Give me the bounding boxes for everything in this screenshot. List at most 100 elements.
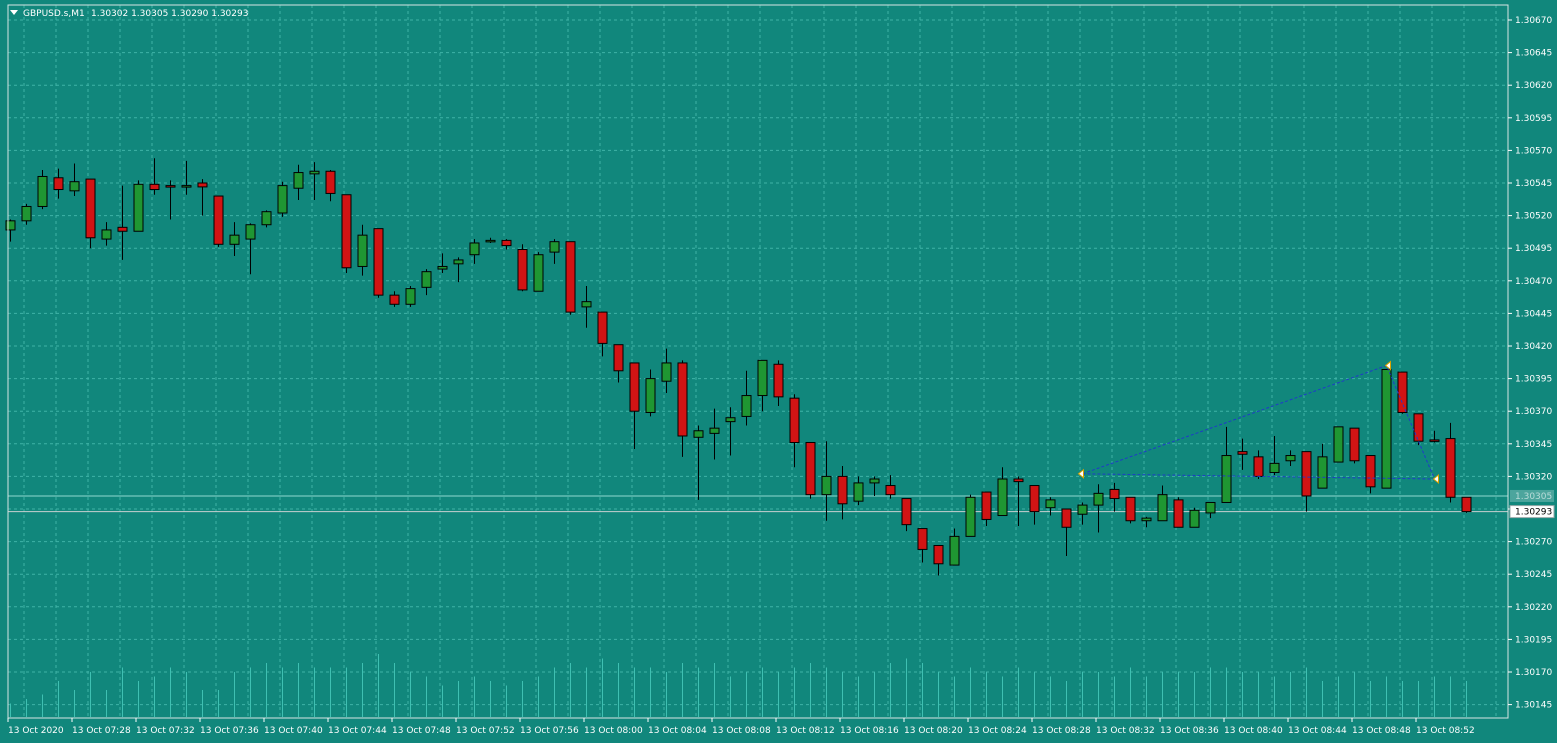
candle[interactable]: [501, 239, 512, 250]
candle[interactable]: [1253, 450, 1264, 480]
candle[interactable]: [709, 408, 720, 460]
candle[interactable]: [821, 441, 832, 521]
candle[interactable]: [165, 180, 176, 220]
candle[interactable]: [1237, 438, 1248, 470]
candle[interactable]: [549, 239, 560, 264]
candle[interactable]: [309, 162, 320, 200]
candle-body: [965, 496, 976, 537]
candle[interactable]: [965, 494, 976, 537]
candle[interactable]: [757, 359, 768, 412]
candle-body: [421, 271, 432, 288]
candle[interactable]: [725, 407, 736, 456]
time-axis[interactable]: 13 Oct 2020 13 Oct 07:28 13 Oct 07:32 13 Oc…: [7, 718, 1475, 736]
candle[interactable]: [197, 179, 208, 216]
candle[interactable]: [597, 311, 608, 357]
candle[interactable]: [1429, 430, 1440, 443]
candle[interactable]: [261, 210, 272, 228]
candle[interactable]: [245, 223, 256, 275]
candle[interactable]: [37, 169, 48, 210]
candle[interactable]: [981, 491, 992, 526]
candle[interactable]: [373, 228, 384, 298]
candle[interactable]: [69, 163, 80, 197]
candle[interactable]: [773, 360, 784, 406]
candle[interactable]: [565, 241, 576, 315]
candle[interactable]: [1413, 413, 1424, 446]
candle[interactable]: [645, 369, 656, 417]
candle[interactable]: [277, 181, 288, 217]
candle[interactable]: [1061, 508, 1072, 556]
candle[interactable]: [469, 239, 480, 264]
candle[interactable]: [101, 222, 112, 246]
candle[interactable]: [1285, 450, 1296, 466]
candle[interactable]: [949, 528, 960, 566]
candle[interactable]: [1445, 422, 1456, 503]
candle[interactable]: [5, 219, 16, 242]
candle[interactable]: [1141, 516, 1152, 528]
candle[interactable]: [1077, 502, 1088, 525]
candle[interactable]: [85, 178, 96, 249]
candle[interactable]: [581, 286, 592, 328]
candle[interactable]: [229, 222, 240, 257]
candle[interactable]: [1269, 435, 1280, 476]
chart-menu-triangle-icon[interactable]: [10, 10, 18, 15]
candle[interactable]: [117, 185, 128, 260]
candle[interactable]: [677, 360, 688, 457]
candle[interactable]: [741, 370, 752, 426]
candle[interactable]: [661, 348, 672, 393]
candle[interactable]: [325, 169, 336, 202]
price-axis[interactable]: 1.30670 1.30645 1.30620 1.30595 1.30570 1.305…: [1508, 16, 1555, 711]
candle[interactable]: [1221, 426, 1232, 503]
candle[interactable]: [789, 394, 800, 468]
candle[interactable]: [1013, 476, 1024, 526]
candle[interactable]: [1189, 507, 1200, 528]
candle[interactable]: [1109, 482, 1120, 512]
candle[interactable]: [405, 286, 416, 307]
candle[interactable]: [1173, 497, 1184, 528]
price-chart[interactable]: 1.30670 1.30645 1.30620 1.30595 1.30570 1.305…: [0, 0, 1557, 743]
candle[interactable]: [533, 252, 544, 292]
candle[interactable]: [885, 475, 896, 499]
candle[interactable]: [1045, 497, 1056, 516]
candle[interactable]: [1333, 426, 1344, 463]
candle[interactable]: [453, 257, 464, 283]
candle[interactable]: [1397, 371, 1408, 414]
candle[interactable]: [1301, 451, 1312, 512]
candle[interactable]: [53, 168, 64, 199]
candle[interactable]: [437, 253, 448, 273]
candle-body: [453, 259, 464, 265]
candle[interactable]: [389, 291, 400, 307]
candle[interactable]: [133, 180, 144, 232]
candle[interactable]: [901, 498, 912, 532]
candle[interactable]: [1029, 485, 1040, 525]
candle[interactable]: [517, 244, 528, 292]
candlesticks[interactable]: [5, 158, 1472, 576]
candle[interactable]: [293, 164, 304, 200]
candle[interactable]: [1093, 484, 1104, 533]
candle[interactable]: [1381, 368, 1392, 489]
candle[interactable]: [693, 425, 704, 500]
candle[interactable]: [485, 237, 496, 243]
candle[interactable]: [853, 476, 864, 506]
candle[interactable]: [1317, 443, 1328, 489]
candle[interactable]: [869, 476, 880, 496]
candle[interactable]: [629, 362, 640, 450]
candle[interactable]: [1205, 501, 1216, 519]
candle[interactable]: [613, 344, 624, 383]
pattern-anchor-icon[interactable]: [1077, 468, 1084, 479]
candle[interactable]: [997, 467, 1008, 517]
candle[interactable]: [213, 195, 224, 247]
candle[interactable]: [421, 269, 432, 296]
candle[interactable]: [1125, 496, 1136, 524]
candle[interactable]: [917, 528, 928, 563]
candle[interactable]: [1365, 455, 1376, 494]
candle[interactable]: [149, 158, 160, 195]
candle[interactable]: [341, 194, 352, 273]
candle[interactable]: [1157, 485, 1168, 522]
candle[interactable]: [21, 203, 32, 225]
candle[interactable]: [1461, 496, 1472, 513]
candle[interactable]: [181, 160, 192, 195]
candle[interactable]: [805, 441, 816, 499]
candle[interactable]: [357, 224, 368, 276]
candle[interactable]: [1349, 427, 1360, 464]
candle[interactable]: [933, 545, 944, 576]
